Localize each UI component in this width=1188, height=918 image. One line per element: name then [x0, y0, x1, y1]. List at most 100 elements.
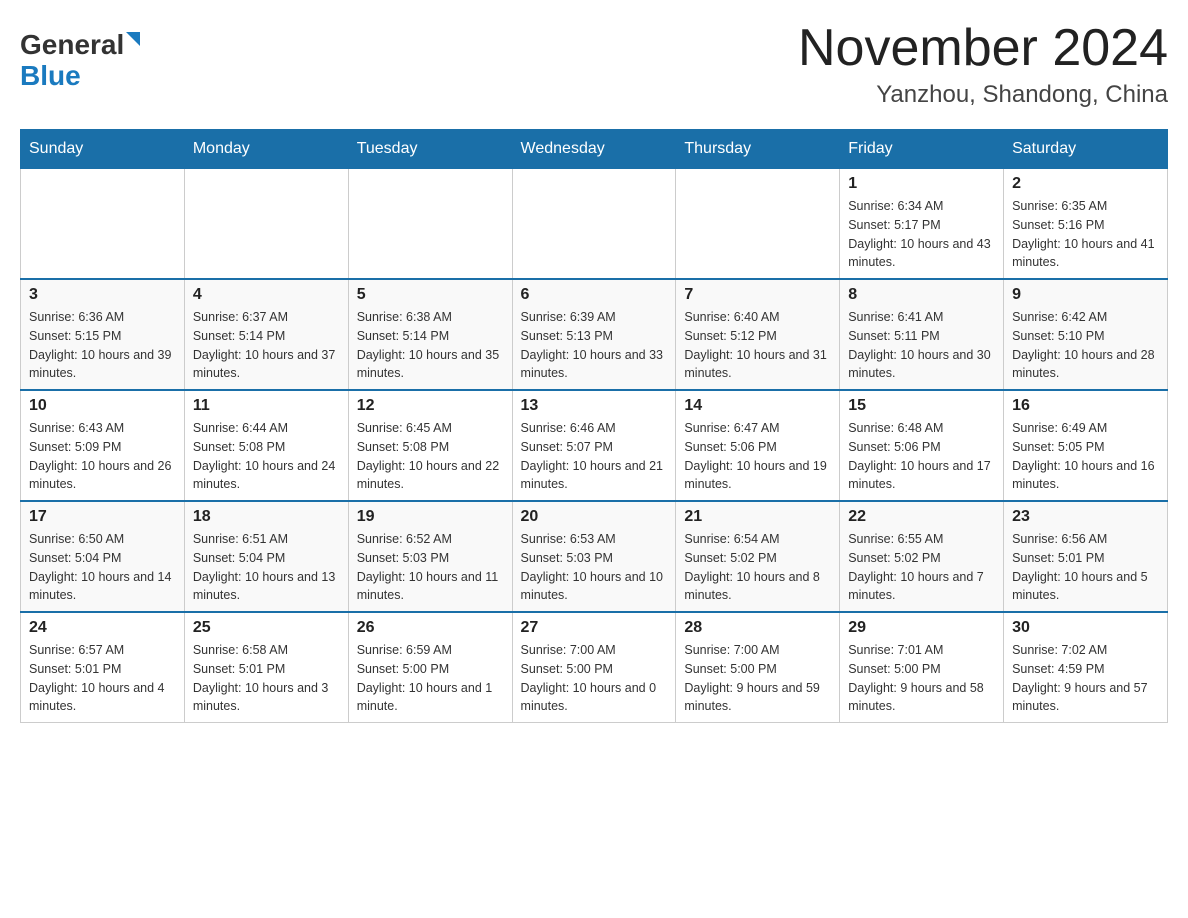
day-number: 22	[848, 508, 995, 526]
calendar-day-cell: 6Sunrise: 6:39 AMSunset: 5:13 PMDaylight…	[512, 279, 676, 390]
day-info: Sunrise: 6:54 AMSunset: 5:02 PMDaylight:…	[684, 530, 831, 605]
day-number: 29	[848, 619, 995, 637]
calendar-day-cell: 16 Sunrise: 6:49 AMSunset: 5:05 PMDayligh…	[1004, 390, 1168, 501]
calendar-day-cell: 28 Sunrise: 7:00 AMSunset: 5:00 PMDayligh…	[676, 612, 840, 723]
day-number: 25	[193, 619, 340, 637]
day-number: 5	[357, 286, 504, 304]
day-of-week-header: Tuesday	[348, 130, 512, 169]
day-info: Sunrise: 6:36 AMSunset: 5:15 PMDaylight:…	[29, 308, 176, 383]
day-of-week-header: Sunday	[21, 130, 185, 169]
day-info: Sunrise: 6:46 AMSunset: 5:07 PMDaylight:…	[521, 419, 668, 494]
calendar-week-row: 1 Sunrise: 6:34 AMSunset: 5:17 PMDaylight…	[21, 169, 1168, 280]
day-number: 28	[684, 619, 831, 637]
day-number: 21	[684, 508, 831, 526]
day-number: 6	[521, 286, 668, 304]
calendar-day-cell: 14 Sunrise: 6:47 AMSunset: 5:06 PMDayligh…	[676, 390, 840, 501]
day-info: Sunrise: 6:38 AMSunset: 5:14 PMDaylight:…	[357, 308, 504, 383]
calendar-day-cell: 2 Sunrise: 6:35 AMSunset: 5:16 PMDaylight…	[1004, 169, 1168, 280]
day-number: 1	[848, 175, 995, 193]
day-info: Sunrise: 7:01 AMSunset: 5:00 PMDaylight:…	[848, 641, 995, 716]
day-info: Sunrise: 6:55 AMSunset: 5:02 PMDaylight:…	[848, 530, 995, 605]
day-info: Sunrise: 6:56 AMSunset: 5:01 PMDaylight:…	[1012, 530, 1159, 605]
day-number: 4	[193, 286, 340, 304]
calendar-day-cell: 20 Sunrise: 6:53 AMSunset: 5:03 PMDayligh…	[512, 501, 676, 612]
calendar-header-row: SundayMondayTuesdayWednesdayThursdayFrid…	[21, 130, 1168, 169]
day-number: 14	[684, 397, 831, 415]
calendar-table: SundayMondayTuesdayWednesdayThursdayFrid…	[20, 129, 1168, 723]
calendar-day-cell: 30 Sunrise: 7:02 AMSunset: 4:59 PMDayligh…	[1004, 612, 1168, 723]
day-number: 20	[521, 508, 668, 526]
day-info: Sunrise: 6:37 AMSunset: 5:14 PMDaylight:…	[193, 308, 340, 383]
logo-triangle-icon	[126, 32, 140, 46]
calendar-day-cell: 11 Sunrise: 6:44 AMSunset: 5:08 PMDayligh…	[184, 390, 348, 501]
calendar-day-cell: 21 Sunrise: 6:54 AMSunset: 5:02 PMDayligh…	[676, 501, 840, 612]
calendar-day-cell	[512, 169, 676, 280]
day-number: 17	[29, 508, 176, 526]
calendar-day-cell: 23 Sunrise: 6:56 AMSunset: 5:01 PMDayligh…	[1004, 501, 1168, 612]
day-info: Sunrise: 6:40 AMSunset: 5:12 PMDaylight:…	[684, 308, 831, 383]
calendar-week-row: 3 Sunrise: 6:36 AMSunset: 5:15 PMDaylight…	[21, 279, 1168, 390]
calendar-day-cell: 5 Sunrise: 6:38 AMSunset: 5:14 PMDaylight…	[348, 279, 512, 390]
day-info: Sunrise: 6:49 AMSunset: 5:05 PMDaylight:…	[1012, 419, 1159, 494]
day-of-week-header: Thursday	[676, 130, 840, 169]
calendar-day-cell: 19 Sunrise: 6:52 AMSunset: 5:03 PMDayligh…	[348, 501, 512, 612]
calendar-day-cell: 4 Sunrise: 6:37 AMSunset: 5:14 PMDaylight…	[184, 279, 348, 390]
calendar-day-cell: 17Sunrise: 6:50 AMSunset: 5:04 PMDayligh…	[21, 501, 185, 612]
calendar-day-cell: 22 Sunrise: 6:55 AMSunset: 5:02 PMDayligh…	[840, 501, 1004, 612]
day-info: Sunrise: 6:35 AMSunset: 5:16 PMDaylight:…	[1012, 197, 1159, 272]
calendar-day-cell: 9Sunrise: 6:42 AMSunset: 5:10 PMDaylight…	[1004, 279, 1168, 390]
title-area: November 2024 Yanzhou, Shandong, China	[798, 20, 1168, 109]
calendar-day-cell: 15 Sunrise: 6:48 AMSunset: 5:06 PMDayligh…	[840, 390, 1004, 501]
day-of-week-header: Friday	[840, 130, 1004, 169]
day-info: Sunrise: 7:00 AMSunset: 5:00 PMDaylight:…	[684, 641, 831, 716]
calendar-day-cell	[348, 169, 512, 280]
day-info: Sunrise: 6:42 AMSunset: 5:10 PMDaylight:…	[1012, 308, 1159, 383]
day-number: 15	[848, 397, 995, 415]
day-number: 3	[29, 286, 176, 304]
calendar-day-cell: 3 Sunrise: 6:36 AMSunset: 5:15 PMDaylight…	[21, 279, 185, 390]
day-info: Sunrise: 6:53 AMSunset: 5:03 PMDaylight:…	[521, 530, 668, 605]
calendar-day-cell: 8 Sunrise: 6:41 AMSunset: 5:11 PMDaylight…	[840, 279, 1004, 390]
calendar-day-cell: 24 Sunrise: 6:57 AMSunset: 5:01 PMDayligh…	[21, 612, 185, 723]
day-number: 24	[29, 619, 176, 637]
day-number: 16	[1012, 397, 1159, 415]
calendar-day-cell: 25 Sunrise: 6:58 AMSunset: 5:01 PMDayligh…	[184, 612, 348, 723]
calendar-day-cell: 27 Sunrise: 7:00 AMSunset: 5:00 PMDayligh…	[512, 612, 676, 723]
calendar-day-cell: 10Sunrise: 6:43 AMSunset: 5:09 PMDayligh…	[21, 390, 185, 501]
calendar-week-row: 24 Sunrise: 6:57 AMSunset: 5:01 PMDayligh…	[21, 612, 1168, 723]
day-info: Sunrise: 6:41 AMSunset: 5:11 PMDaylight:…	[848, 308, 995, 383]
logo-blue-text: Blue	[20, 61, 140, 92]
day-number: 19	[357, 508, 504, 526]
day-info: Sunrise: 7:00 AMSunset: 5:00 PMDaylight:…	[521, 641, 668, 716]
day-number: 11	[193, 397, 340, 415]
day-info: Sunrise: 6:48 AMSunset: 5:06 PMDaylight:…	[848, 419, 995, 494]
day-info: Sunrise: 6:43 AMSunset: 5:09 PMDaylight:…	[29, 419, 176, 494]
calendar-day-cell: 12 Sunrise: 6:45 AMSunset: 5:08 PMDayligh…	[348, 390, 512, 501]
page-header: General Blue November 2024 Yanzhou, Shan…	[20, 20, 1168, 109]
day-number: 26	[357, 619, 504, 637]
calendar-title: November 2024	[798, 20, 1168, 77]
day-number: 23	[1012, 508, 1159, 526]
day-of-week-header: Saturday	[1004, 130, 1168, 169]
day-number: 27	[521, 619, 668, 637]
calendar-week-row: 17Sunrise: 6:50 AMSunset: 5:04 PMDayligh…	[21, 501, 1168, 612]
day-info: Sunrise: 6:34 AMSunset: 5:17 PMDaylight:…	[848, 197, 995, 272]
day-of-week-header: Wednesday	[512, 130, 676, 169]
day-of-week-header: Monday	[184, 130, 348, 169]
day-info: Sunrise: 6:59 AMSunset: 5:00 PMDaylight:…	[357, 641, 504, 716]
day-number: 7	[684, 286, 831, 304]
day-info: Sunrise: 6:52 AMSunset: 5:03 PMDaylight:…	[357, 530, 504, 605]
calendar-day-cell: 26 Sunrise: 6:59 AMSunset: 5:00 PMDayligh…	[348, 612, 512, 723]
day-number: 30	[1012, 619, 1159, 637]
day-number: 13	[521, 397, 668, 415]
day-info: Sunrise: 6:45 AMSunset: 5:08 PMDaylight:…	[357, 419, 504, 494]
day-number: 8	[848, 286, 995, 304]
day-info: Sunrise: 6:51 AMSunset: 5:04 PMDaylight:…	[193, 530, 340, 605]
day-number: 12	[357, 397, 504, 415]
day-info: Sunrise: 6:58 AMSunset: 5:01 PMDaylight:…	[193, 641, 340, 716]
day-info: Sunrise: 7:02 AMSunset: 4:59 PMDaylight:…	[1012, 641, 1159, 716]
day-number: 2	[1012, 175, 1159, 193]
day-info: Sunrise: 6:47 AMSunset: 5:06 PMDaylight:…	[684, 419, 831, 494]
day-info: Sunrise: 6:44 AMSunset: 5:08 PMDaylight:…	[193, 419, 340, 494]
day-info: Sunrise: 6:57 AMSunset: 5:01 PMDaylight:…	[29, 641, 176, 716]
